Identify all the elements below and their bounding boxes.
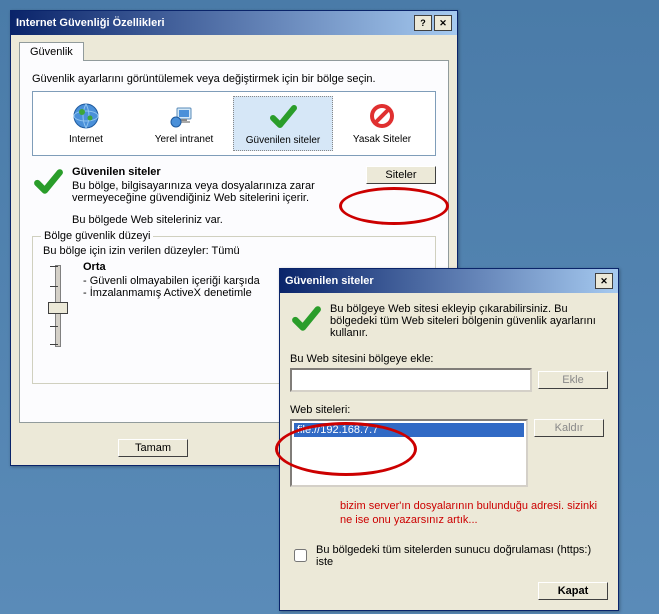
- sites-listbox[interactable]: file://192.168.7.7: [290, 419, 528, 487]
- zone-title: Güvenilen siteler: [72, 166, 358, 178]
- require-https-checkbox[interactable]: [294, 549, 307, 562]
- allowed-levels: Bu bölge için izin verilen düzeyler: Tüm…: [43, 245, 425, 257]
- level-line1: - Güvenli olmayabilen içeriği karşıda: [83, 275, 260, 287]
- zone-label: Yasak Siteler: [335, 134, 429, 145]
- intranet-icon: [137, 100, 231, 132]
- zone-status: Bu bölgede Web siteleriniz var.: [72, 214, 358, 226]
- dialog-title: Güvenilen siteler: [285, 275, 595, 287]
- prohibited-icon: [335, 100, 429, 132]
- security-slider[interactable]: [43, 261, 73, 347]
- dialog-titlebar: Güvenilen siteler ✕: [280, 269, 618, 293]
- tab-security[interactable]: Güvenlik: [19, 42, 84, 61]
- close-button[interactable]: ✕: [595, 273, 613, 289]
- close-button[interactable]: ✕: [434, 15, 452, 31]
- add-button[interactable]: Ekle: [538, 371, 608, 389]
- zone-internet[interactable]: Internet: [37, 96, 135, 151]
- check-icon: [236, 101, 330, 133]
- dialog-info: Bu bölgeye Web sitesi ekleyip çıkarabili…: [330, 303, 608, 339]
- level-name: Orta: [83, 261, 260, 273]
- zone-label: Güvenilen siteler: [236, 135, 330, 146]
- zone-desc: Bu bölge, bilgisayarınıza veya dosyaları…: [72, 180, 358, 204]
- sites-button[interactable]: Siteler: [366, 166, 436, 184]
- zone-trusted[interactable]: Güvenilen siteler: [233, 96, 333, 151]
- zone-label: Yerel intranet: [137, 134, 231, 145]
- add-label: Bu Web sitesini bölgeye ekle:: [290, 353, 608, 365]
- main-titlebar: Internet Güvenliği Özellikleri ? ✕: [11, 11, 457, 35]
- zone-restricted[interactable]: Yasak Siteler: [333, 96, 431, 151]
- list-label: Web siteleri:: [290, 404, 608, 416]
- help-button[interactable]: ?: [414, 15, 432, 31]
- globe-icon: [39, 100, 133, 132]
- level-legend: Bölge güvenlik düzeyi: [41, 230, 153, 242]
- check-icon: [290, 303, 322, 338]
- remove-button[interactable]: Kaldır: [534, 419, 604, 437]
- checkbox-label: Bu bölgedeki tüm sitelerden sunucu doğru…: [316, 544, 608, 568]
- zone-list: Internet Yerel intranet Güvenilen sitele…: [32, 91, 436, 156]
- add-site-input[interactable]: [290, 368, 532, 392]
- main-title: Internet Güvenliği Özellikleri: [16, 17, 414, 29]
- check-icon: [32, 166, 64, 201]
- annotation-text: bizim server'ın dosyalarının bulunduğu a…: [340, 499, 608, 528]
- zone-instruction: Güvenlik ayarlarını görüntülemek veya de…: [32, 73, 436, 85]
- zone-label: Internet: [39, 134, 133, 145]
- list-item[interactable]: file://192.168.7.7: [294, 423, 524, 437]
- ok-button[interactable]: Tamam: [118, 439, 188, 457]
- zone-intranet[interactable]: Yerel intranet: [135, 96, 233, 151]
- close-dialog-button[interactable]: Kapat: [538, 582, 608, 600]
- level-line2: - İmzalanmamış ActiveX denetimle: [83, 287, 260, 299]
